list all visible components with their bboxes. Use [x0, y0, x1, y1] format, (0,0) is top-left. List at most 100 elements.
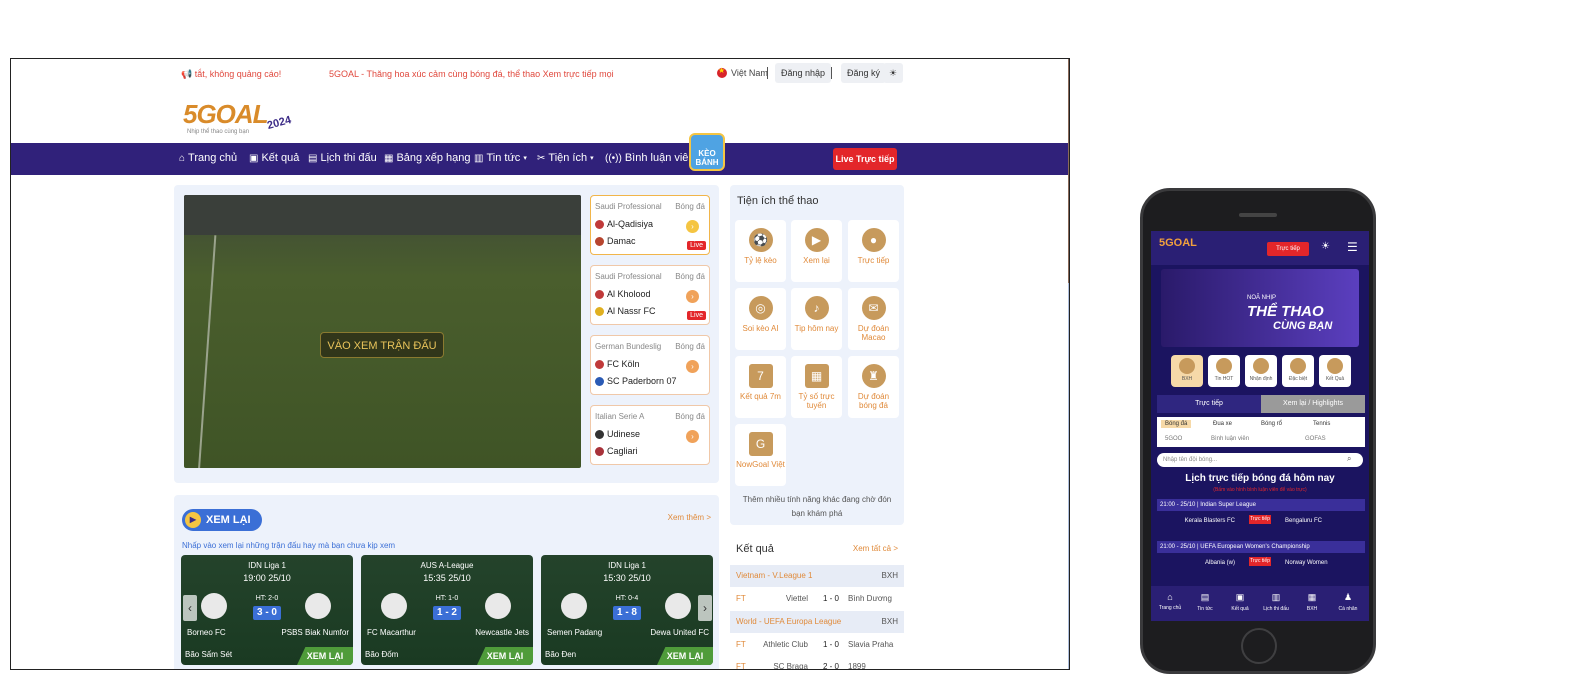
- away-team: SC Paderborn 07: [595, 376, 677, 386]
- quick-link-hot-news[interactable]: Tin HOT: [1208, 355, 1240, 387]
- filter-tennis[interactable]: Tennis: [1313, 421, 1330, 427]
- home-team: Kerala Blasters FC: [1184, 518, 1235, 524]
- replay-button[interactable]: XEM LẠI: [657, 647, 713, 665]
- quick-link-standings[interactable]: BXH: [1171, 355, 1203, 387]
- replay-button[interactable]: XEM LẠI: [297, 647, 353, 665]
- mobile-league-header[interactable]: 21:00 - 25/10 | Indian Super League: [1157, 499, 1365, 511]
- scrollbar-thumb[interactable]: [1068, 59, 1069, 283]
- nav-schedule[interactable]: ▤ Lịch thi đấu: [308, 152, 377, 164]
- nav-commentators[interactable]: ((•)) Bình luận viên: [605, 152, 695, 164]
- nav-label: Tin tức: [486, 152, 521, 164]
- tile-replay[interactable]: ▶ Xem lại: [791, 220, 842, 282]
- carousel-next-icon[interactable]: ›: [698, 595, 712, 621]
- phone-home-button[interactable]: [1241, 628, 1277, 664]
- login-button[interactable]: Đăng nhập: [775, 63, 832, 83]
- mobile-league-header[interactable]: 21:00 - 25/10 | UEFA European Women's Ch…: [1157, 541, 1365, 553]
- register-button[interactable]: Đăng ký: [841, 63, 887, 83]
- live-button[interactable]: Live Trực tiếp: [833, 148, 897, 170]
- watch-match-button[interactable]: VÀO XEM TRẬN ĐẤU: [320, 332, 444, 358]
- quick-link-results[interactable]: Kết Quả: [1319, 355, 1351, 387]
- team-crest-icon: [595, 446, 604, 456]
- site-logo[interactable]: 5GOAL 2024 Nhịp thể thao cùng bạn: [183, 91, 305, 137]
- bottom-standings[interactable]: ▦ BXH: [1297, 592, 1327, 612]
- team-name: SC Paderborn 07: [607, 376, 677, 386]
- mobile-match-row[interactable]: Kerala Blasters FC Trực tiếp Bengaluru F…: [1157, 513, 1365, 531]
- play-icon[interactable]: ›: [686, 290, 699, 303]
- replay-button[interactable]: XEM LẠI: [477, 647, 533, 665]
- team-search-input[interactable]: Nhập tên đội bóng...: [1157, 453, 1363, 467]
- tile-live[interactable]: ● Trực tiếp: [848, 220, 899, 282]
- nav-standings[interactable]: ▦ Bảng xếp hạng: [384, 152, 470, 164]
- league-header[interactable]: World - UEFA Europa League BXH: [730, 611, 904, 633]
- nav-utilities[interactable]: ✂ Tiện ích ▾: [537, 152, 594, 164]
- play-icon[interactable]: ›: [686, 220, 699, 233]
- mobile-schedule-subtitle: (Bấm vào hình bình luận viên để vào trực…: [1213, 487, 1307, 493]
- filter-commentators[interactable]: Bình luận viên: [1211, 436, 1249, 442]
- mobile-live-button[interactable]: Trực tiếp: [1267, 242, 1309, 256]
- match-sport: Bóng đá: [675, 342, 705, 351]
- filter-5goo[interactable]: 5GOO: [1165, 436, 1182, 442]
- keo-banh-badge[interactable]: KÈO BÁNH: [689, 133, 725, 171]
- replay-card[interactable]: IDN Liga 1 15:30 25/10 HT: 0-4 1 - 8 Sem…: [541, 555, 713, 665]
- nav-home[interactable]: ⌂ Trang chủ: [179, 152, 237, 164]
- language-selector[interactable]: Việt Nam: [717, 66, 768, 78]
- match-card[interactable]: Saudi Professional Bóng đá Al-Qadisiya D…: [590, 195, 710, 255]
- home-icon: ⌂: [179, 152, 186, 164]
- home-team: FC Köln: [595, 359, 640, 369]
- theme-toggle-icon[interactable]: ☀: [883, 63, 904, 83]
- featured-panel: VÀO XEM TRẬN ĐẤU Saudi Professional Bóng…: [174, 185, 719, 483]
- search-icon[interactable]: ⌕: [1347, 454, 1351, 464]
- divider: [767, 67, 768, 79]
- half-time-score: HT: 1-0: [435, 595, 459, 602]
- mobile-banner[interactable]: NOÃ NHỊP THỂ THAO CÙNG BẠN: [1161, 269, 1359, 347]
- standings-link[interactable]: BXH: [882, 565, 898, 587]
- tile-odds[interactable]: ⚽ Tỷ lệ kèo: [735, 220, 786, 282]
- tile-ai-tips[interactable]: ◎ Soi kèo AI: [735, 288, 786, 350]
- tile-macao[interactable]: ✉ Dự đoán Macao: [848, 288, 899, 350]
- video-player[interactable]: VÀO XEM TRẬN ĐẤU: [184, 195, 581, 468]
- league-header[interactable]: Vietnam - V.League 1 BXH: [730, 565, 904, 587]
- bottom-profile[interactable]: ♟ Cá nhân: [1333, 592, 1363, 612]
- nav-news[interactable]: ▥ Tin tức ▾: [474, 152, 527, 164]
- result-row[interactable]: FT Athletic Club 1 - 0 Slavia Praha: [730, 634, 904, 656]
- play-icon[interactable]: ›: [686, 360, 699, 373]
- tile-7m[interactable]: 7 Kết quả 7m: [735, 356, 786, 418]
- filter-football[interactable]: Bóng đá: [1161, 420, 1192, 428]
- bottom-results[interactable]: ▣ Kết quả: [1225, 592, 1255, 612]
- tab-live[interactable]: Trực tiếp: [1157, 395, 1261, 413]
- match-card[interactable]: Italian Serie A Bóng đá Udinese Cagliari…: [590, 405, 710, 465]
- replay-more-link[interactable]: Xem thêm >: [668, 513, 711, 522]
- hamburger-menu-icon[interactable]: ☰: [1347, 240, 1358, 254]
- filter-gofas[interactable]: GOFAS: [1305, 436, 1326, 442]
- quick-link-analysis[interactable]: Nhận định: [1245, 355, 1277, 387]
- promo-marquee[interactable]: 5GOAL - Thăng hoa xúc cảm cùng bóng đá, …: [329, 69, 614, 79]
- tile-daily-tip[interactable]: ♪ Tip hôm nay: [791, 288, 842, 350]
- filter-basketball[interactable]: Bóng rổ: [1261, 421, 1282, 427]
- standings-link[interactable]: BXH: [882, 611, 898, 633]
- result-row[interactable]: FT Viettel 1 - 0 Bình Dương: [730, 588, 904, 610]
- match-status: FT: [736, 662, 746, 670]
- carousel-prev-icon[interactable]: ‹: [183, 595, 197, 621]
- tile-label: Xem lại: [803, 256, 830, 265]
- bottom-home[interactable]: ⌂ Trang chủ: [1155, 592, 1185, 611]
- replay-card[interactable]: IDN Liga 1 19:00 25/10 HT: 2-0 3 - 0 Bor…: [181, 555, 353, 665]
- play-icon[interactable]: ›: [686, 430, 699, 443]
- live-icon: ●: [861, 228, 886, 252]
- nav-results[interactable]: ▣ Kết quả: [249, 152, 299, 164]
- theme-toggle-icon[interactable]: ☀: [1321, 241, 1330, 252]
- tile-nowgoal[interactable]: G NowGoal Việt: [735, 424, 786, 486]
- mobile-match-row[interactable]: Albania (w) Trực tiếp Norway Women: [1157, 555, 1365, 573]
- quick-link-special[interactable]: Đặc biệt: [1282, 355, 1314, 387]
- mobile-logo[interactable]: 5GOAL: [1159, 237, 1197, 249]
- match-card[interactable]: Saudi Professional Bóng đá Al Kholood Al…: [590, 265, 710, 325]
- tab-replay[interactable]: Xem lại / Highlights: [1261, 395, 1365, 413]
- results-view-all-link[interactable]: Xem tất cả >: [853, 544, 898, 553]
- match-card[interactable]: German Bundeslig Bóng đá FC Köln SC Pade…: [590, 335, 710, 395]
- bottom-news[interactable]: ▤ Tin tức: [1190, 592, 1220, 612]
- replay-card[interactable]: AUS A-League 15:35 25/10 HT: 1-0 1 - 2 F…: [361, 555, 533, 665]
- bottom-schedule[interactable]: ▥ Lịch thi đấu: [1261, 592, 1291, 612]
- result-row[interactable]: FT SC Braga 2 - 0 1899: [730, 656, 904, 670]
- filter-racing[interactable]: Đua xe: [1213, 421, 1232, 427]
- tile-livescore[interactable]: ▦ Tỷ số trực tuyến: [791, 356, 842, 418]
- tile-prediction[interactable]: ♜ Dự đoán bóng đá: [848, 356, 899, 418]
